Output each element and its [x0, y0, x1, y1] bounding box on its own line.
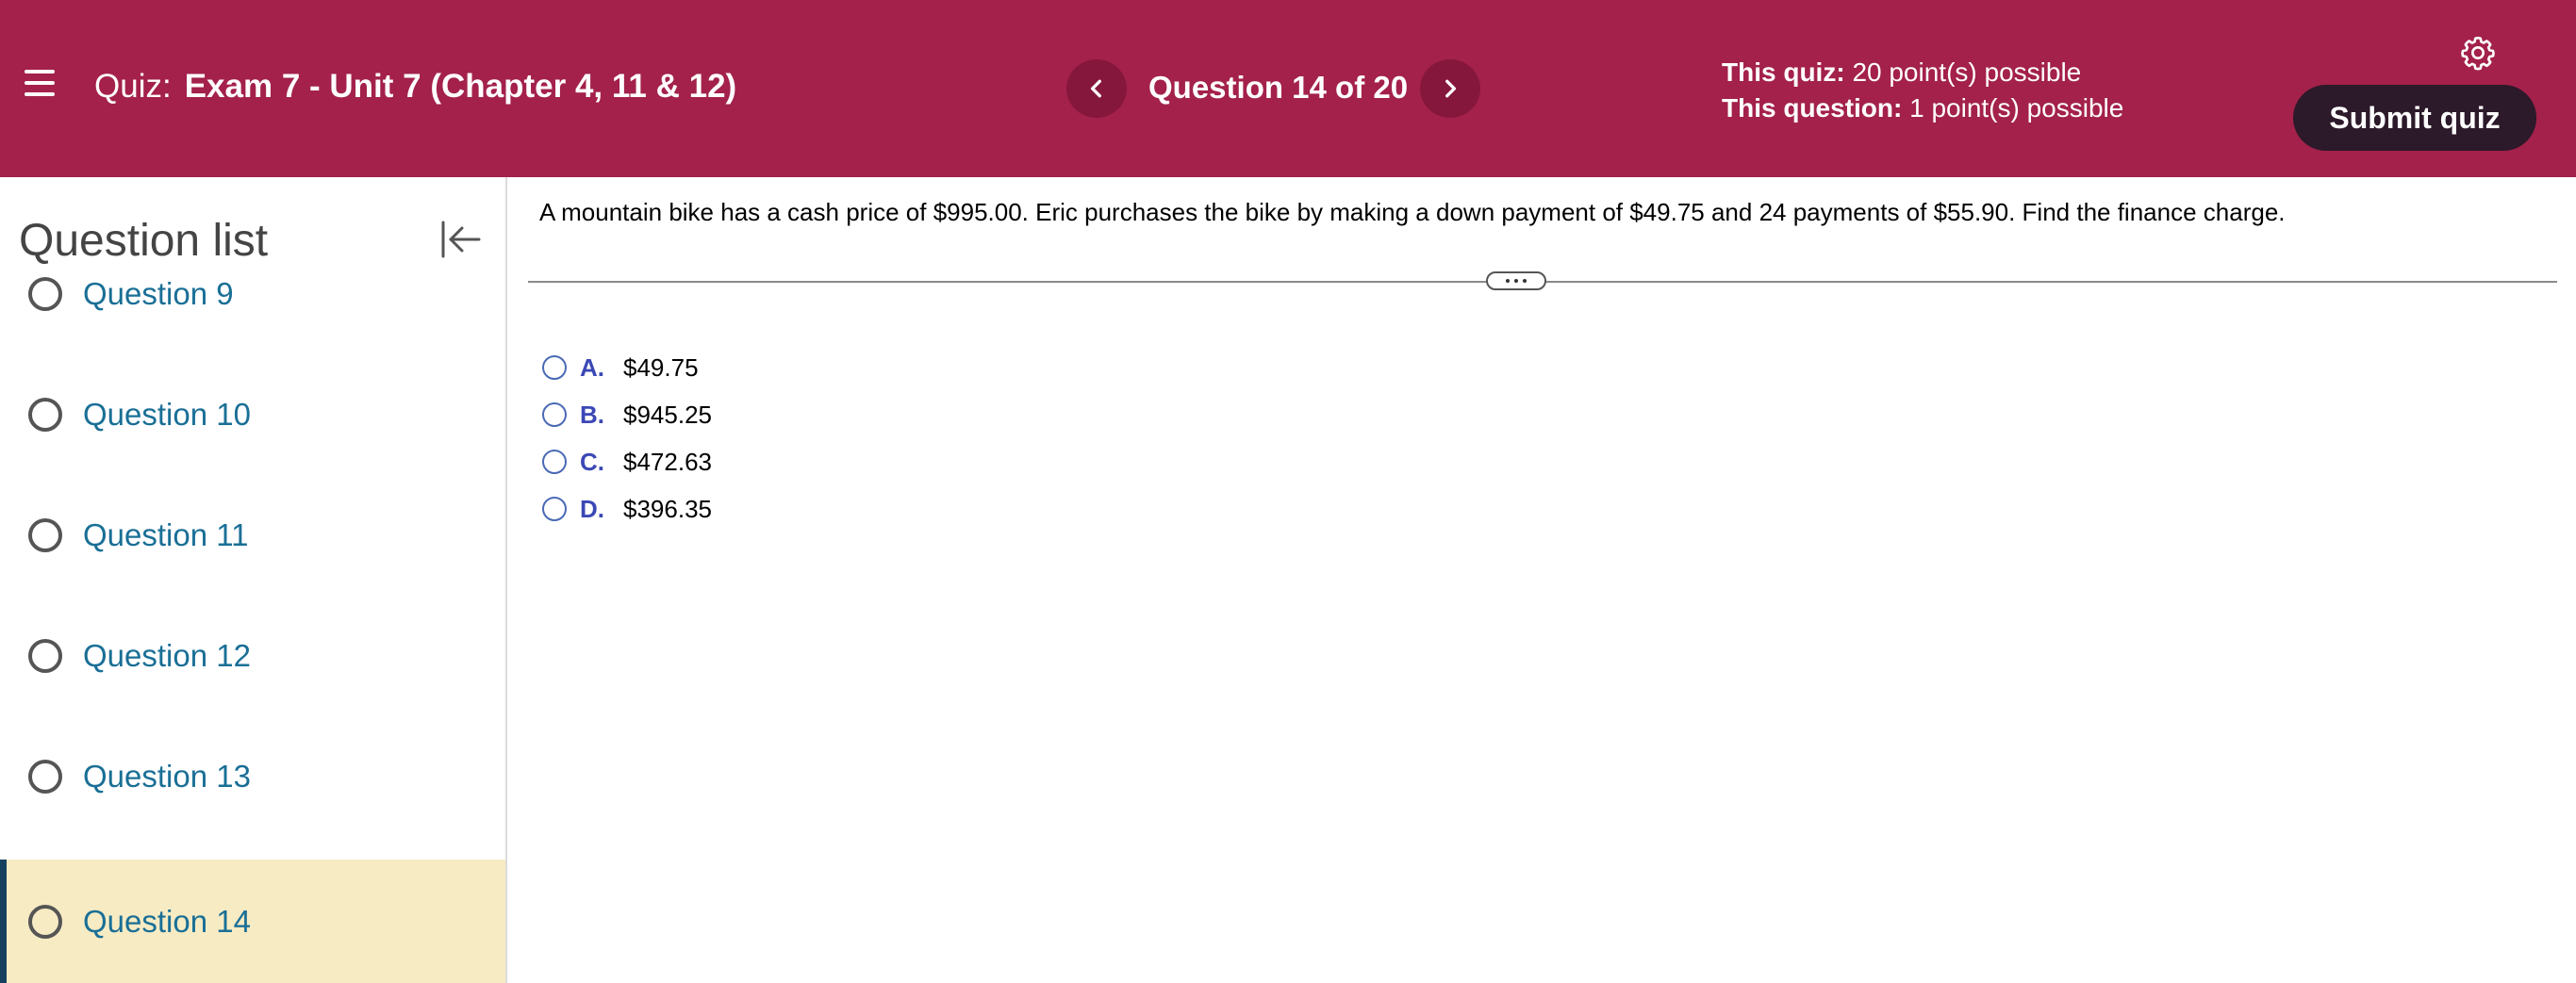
- question-list-sidebar: Question list Question 9 Question 10 Que…: [0, 177, 507, 983]
- divider-handle[interactable]: [1486, 271, 1546, 290]
- option-value: $472.63: [623, 447, 712, 476]
- status-circle-icon: [28, 760, 62, 794]
- question-list-item-13[interactable]: Question 13: [0, 739, 505, 814]
- radio-button[interactable]: [542, 355, 567, 380]
- collapse-left-icon[interactable]: [438, 217, 483, 262]
- radio-button[interactable]: [542, 497, 567, 521]
- gear-icon[interactable]: [2459, 34, 2497, 72]
- quiz-title-prefix: Quiz:: [94, 68, 172, 105]
- question-points-label: This question:: [1722, 93, 1903, 123]
- answer-option-d[interactable]: D. $396.35: [542, 490, 712, 528]
- question-points-value: 1 point(s) possible: [1909, 93, 2124, 123]
- question-list-label: Question 10: [83, 397, 251, 432]
- question-counter: Question 14 of 20: [1148, 70, 1409, 105]
- points-info: This quiz: 20 point(s) possible This que…: [1722, 55, 2123, 126]
- quiz-points: This quiz: 20 point(s) possible: [1722, 55, 2123, 90]
- question-list-item-14[interactable]: Question 14: [0, 860, 505, 983]
- question-list-label: Question 11: [83, 517, 249, 552]
- quiz-points-label: This quiz:: [1722, 57, 1845, 87]
- question-list-label: Question 13: [83, 759, 251, 794]
- menu-icon[interactable]: [25, 70, 55, 96]
- chevron-left-icon: [1090, 79, 1101, 98]
- quiz-name: Exam 7 - Unit 7 (Chapter 4, 11 & 12): [184, 68, 737, 105]
- option-value: $396.35: [623, 494, 712, 523]
- status-circle-icon: [28, 904, 62, 939]
- radio-button[interactable]: [542, 450, 567, 474]
- status-circle-icon: [28, 277, 62, 311]
- question-list-item-10[interactable]: Question 10: [0, 377, 505, 452]
- submit-quiz-button[interactable]: Submit quiz: [2293, 85, 2536, 151]
- quiz-points-value: 20 point(s) possible: [1852, 57, 2082, 87]
- status-circle-icon: [28, 518, 62, 552]
- question-list-label: Question 14: [83, 903, 251, 939]
- option-letter: C.: [580, 447, 604, 476]
- quiz-title: Quiz: Exam 7 - Unit 7 (Chapter 4, 11 & 12…: [94, 68, 736, 106]
- option-letter: D.: [580, 494, 604, 523]
- previous-question-button[interactable]: [1066, 59, 1127, 118]
- answer-option-c[interactable]: C. $472.63: [542, 443, 712, 481]
- option-value: $49.75: [623, 352, 699, 382]
- question-list-item-9[interactable]: Question 9: [0, 256, 505, 332]
- option-letter: A.: [580, 352, 604, 382]
- status-circle-icon: [28, 398, 62, 432]
- answer-option-a[interactable]: A. $49.75: [542, 349, 699, 386]
- question-text: A mountain bike has a cash price of $995…: [539, 198, 2286, 226]
- question-list-label: Question 9: [83, 276, 234, 311]
- question-list-item-11[interactable]: Question 11: [0, 498, 505, 573]
- option-value: $945.25: [623, 400, 712, 429]
- question-list-label: Question 12: [83, 638, 251, 673]
- next-question-button[interactable]: [1420, 59, 1480, 118]
- top-bar: Quiz: Exam 7 - Unit 7 (Chapter 4, 11 & 12…: [0, 0, 2576, 177]
- radio-button[interactable]: [542, 402, 567, 427]
- status-circle-icon: [28, 639, 62, 673]
- option-letter: B.: [580, 400, 604, 429]
- answer-option-b[interactable]: B. $945.25: [542, 396, 712, 434]
- chevron-right-icon: [1445, 79, 1457, 98]
- question-points: This question: 1 point(s) possible: [1722, 90, 2123, 126]
- question-list-item-12[interactable]: Question 12: [0, 618, 505, 694]
